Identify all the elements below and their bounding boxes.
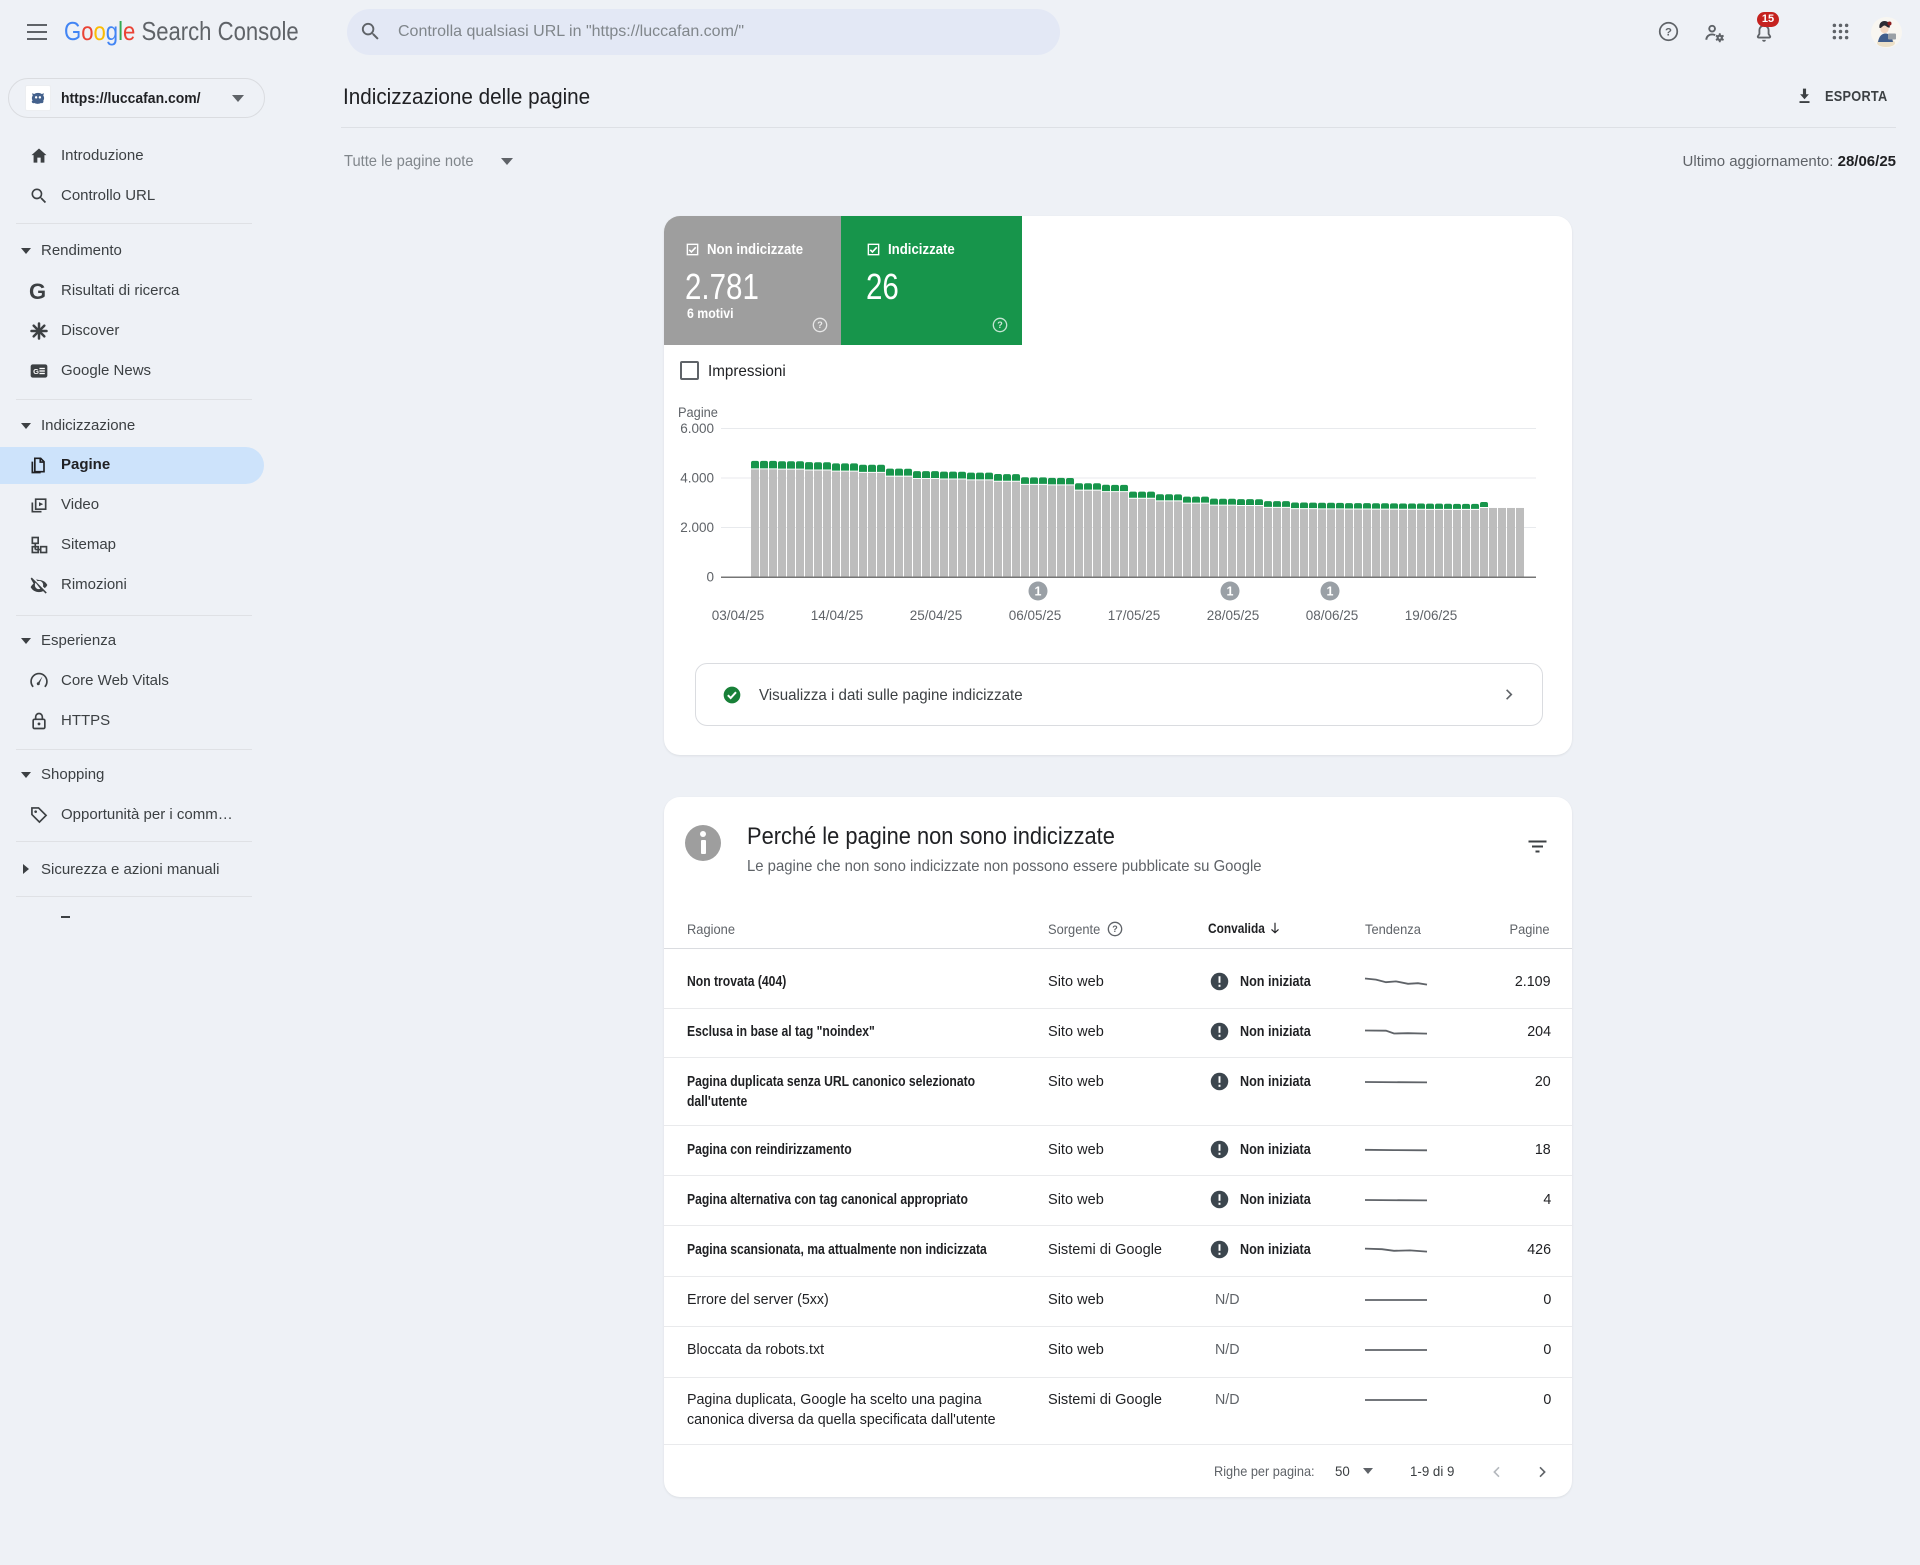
svg-text:25/04/25: 25/04/25 xyxy=(910,608,963,623)
svg-text:17/05/25: 17/05/25 xyxy=(1108,608,1161,623)
svg-text:28/05/25: 28/05/25 xyxy=(1207,608,1260,623)
svg-text:06/05/25: 06/05/25 xyxy=(1009,608,1062,623)
svg-text:03/04/25: 03/04/25 xyxy=(712,608,765,623)
svg-text:1: 1 xyxy=(1035,585,1042,599)
svg-text:2.000: 2.000 xyxy=(680,520,714,535)
svg-text:1: 1 xyxy=(1327,585,1334,599)
svg-text:4.000: 4.000 xyxy=(680,471,714,486)
svg-text:08/06/25: 08/06/25 xyxy=(1306,608,1359,623)
svg-text:0: 0 xyxy=(706,570,714,585)
svg-text:14/04/25: 14/04/25 xyxy=(811,608,864,623)
svg-text:19/06/25: 19/06/25 xyxy=(1405,608,1458,623)
svg-text:?: ? xyxy=(1665,26,1672,38)
svg-text:G: G xyxy=(33,367,39,376)
svg-text:1: 1 xyxy=(1227,585,1234,599)
svg-text:6.000: 6.000 xyxy=(680,421,714,436)
svg-text:?: ? xyxy=(1112,924,1118,934)
